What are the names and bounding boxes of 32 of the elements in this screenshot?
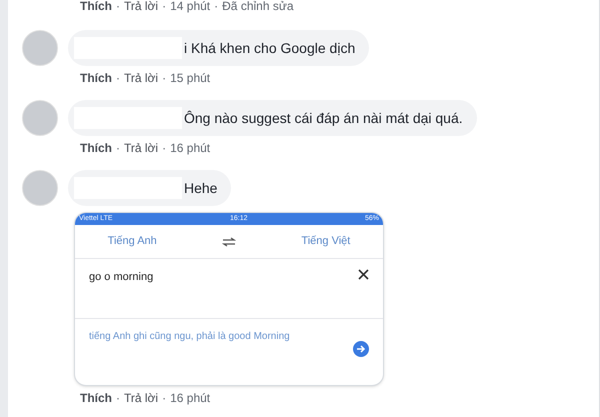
source-language[interactable]: Tiếng Anh	[108, 233, 157, 250]
reply-link[interactable]: Trả lời	[124, 389, 158, 407]
swap-icon[interactable]	[222, 236, 236, 246]
separator-dot: ·	[162, 140, 166, 157]
translation-text: tiếng Anh ghi cũng ngu, phải là good Morning	[89, 330, 290, 344]
like-link[interactable]: Thích	[80, 139, 112, 157]
separator-dot: ·	[116, 0, 120, 15]
comment-time[interactable]: 14 phút	[170, 0, 210, 15]
separator-dot: ·	[162, 70, 166, 87]
comment-time[interactable]: 16 phút	[170, 389, 210, 407]
reply-link[interactable]: Trả lời	[124, 139, 158, 157]
reply-link[interactable]: Trả lời	[124, 69, 158, 87]
close-icon[interactable]	[358, 269, 369, 280]
edited-label: Đã chỉnh sửa	[222, 0, 294, 15]
comment-text: Hehe	[184, 178, 218, 198]
comment-time[interactable]: 15 phút	[170, 69, 210, 87]
separator-dot: ·	[116, 390, 120, 407]
separator-dot: ·	[162, 390, 166, 407]
arrow-circle-icon[interactable]	[353, 341, 369, 357]
reply-link[interactable]: Trả lời	[124, 0, 158, 15]
separator-dot: ·	[116, 140, 120, 157]
comment-text: i Khá khen cho Google dịch	[184, 38, 356, 58]
like-link[interactable]: Thích	[80, 69, 112, 87]
like-link[interactable]: Thích	[80, 389, 112, 407]
separator-dot: ·	[214, 0, 218, 15]
separator-dot: ·	[116, 70, 120, 87]
target-language[interactable]: Tiếng Việt	[301, 233, 350, 250]
comment-time[interactable]: 16 phút	[170, 139, 210, 157]
comment-text: Ông nào suggest cái đáp án nài mát dại quá.	[184, 108, 463, 128]
separator-dot: ·	[162, 0, 166, 15]
like-link[interactable]: Thích	[80, 0, 112, 15]
input-text[interactable]: go o morning	[89, 269, 154, 286]
